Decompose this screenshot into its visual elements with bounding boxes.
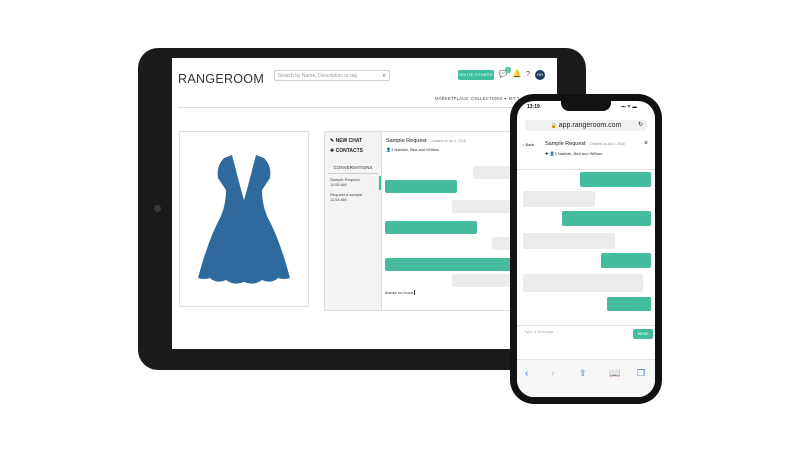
message-bubble — [385, 221, 477, 234]
share-icon[interactable]: ⇪ — [579, 368, 587, 379]
address-bar[interactable]: 🔒 app.rangeroom.com ↻ — [525, 120, 647, 131]
notification-badge: 1 — [505, 67, 511, 73]
back-label: Back — [525, 142, 535, 147]
contacts-label: CONTACTS — [335, 148, 363, 154]
avatar[interactable]: RR — [535, 70, 545, 80]
chat-sidebar: ✎ NEW CHAT ✚ CONTACTS CONVERSATIONS Samp… — [325, 132, 382, 310]
address-text: app.rangeroom.com — [558, 122, 622, 129]
phone-screen: 13:19 ▪▪▪ ᯤ ▬ 🔒 app.rangeroom.com ↻ ‹ Ba… — [517, 101, 655, 397]
new-chat-button[interactable]: ✎ NEW CHAT — [330, 138, 362, 144]
tablet-screen: RANGEROOM Search by Name, Description or… — [172, 58, 557, 349]
book-icon[interactable]: 📖 — [609, 368, 620, 379]
participant-count: 3 — [390, 147, 394, 152]
chat-participants: 👤3 Nabilah, Bea and William — [386, 147, 439, 152]
search-input[interactable]: Search by Name, Description or tag ⌕ — [274, 70, 390, 81]
nav-marketplace[interactable]: MARKETPLACE — [435, 96, 468, 101]
tablet-camera — [154, 205, 161, 212]
chat-date: · Created on Jul 2, 2018 — [428, 139, 466, 143]
message-input-text: thanks so much — [385, 290, 414, 295]
phone-chat-title-text: Sample Request — [545, 141, 586, 147]
sidebar-divider — [328, 173, 378, 174]
participant-names: Nabilah, Bea and William — [394, 147, 440, 152]
search-placeholder: Search by Name, Description or tag — [278, 73, 358, 79]
message-bubble — [607, 297, 651, 311]
header-divider — [178, 107, 557, 108]
conversation-item[interactable]: Sample Request 11:55 AM — [330, 177, 360, 187]
phone-chat-date: · Created on Jul 2, 2018 — [587, 142, 625, 146]
chat-title-text: Sample Request — [386, 138, 427, 144]
browser-toolbar: ‹ › ⇪ 📖 ❐ — [517, 359, 655, 397]
close-icon[interactable]: × — [644, 140, 648, 147]
chat-title: Sample Request · Created on Jul 2, 2018 — [386, 138, 466, 144]
message-bubble — [523, 274, 643, 292]
edit-icon: ✎ — [330, 138, 335, 144]
message-bubble — [601, 253, 651, 268]
phone-message-input[interactable]: Type a Message — [524, 329, 553, 334]
new-chat-label: NEW CHAT — [335, 138, 363, 144]
search-icon[interactable]: ⌕ — [383, 71, 386, 82]
phone-chat-participants: ✚ 👤3 Nabilah, Bea and William — [545, 151, 603, 156]
message-bubble — [562, 211, 651, 226]
nav-collections[interactable]: COLLECTIONS ▾ — [471, 96, 506, 101]
message-bubble — [580, 172, 651, 187]
send-button[interactable]: SEND — [633, 329, 653, 339]
forward-arrow-icon[interactable]: › — [551, 368, 554, 379]
help-icon[interactable]: ? — [523, 70, 533, 80]
rangeroom-logo[interactable]: RANGEROOM — [178, 72, 264, 86]
message-bubble — [523, 233, 615, 249]
participant-names: Nabilah, Bea and William — [557, 151, 603, 156]
back-arrow-icon[interactable]: ‹ — [525, 368, 528, 379]
back-button[interactable]: ‹ Back — [523, 142, 534, 147]
phone-header-divider — [517, 169, 655, 170]
phone-chat-title: Sample Request · Created on Jul 2, 2018 — [545, 141, 625, 147]
lock-icon: 🔒 — [550, 123, 557, 129]
participant-count: 3 — [554, 151, 557, 156]
contacts-button[interactable]: ✚ CONTACTS — [330, 148, 363, 154]
invite-others-button[interactable]: INVITE OTHERS — [458, 70, 494, 80]
phone-notch — [561, 101, 611, 111]
reload-icon[interactable]: ↻ — [638, 120, 643, 131]
plus-icon: ✚ — [330, 148, 335, 154]
conversation-item[interactable]: Request a sample 11:54 AM — [330, 192, 362, 202]
dress-image — [198, 155, 290, 284]
message-bubble — [385, 180, 457, 193]
status-time: 13:19 — [527, 104, 540, 110]
message-bubble — [523, 191, 595, 207]
conversation-time: 11:55 AM — [330, 182, 347, 187]
status-icons: ▪▪▪ ᯤ ▬ — [621, 104, 637, 109]
input-divider — [517, 325, 655, 326]
message-input[interactable]: thanks so much — [385, 290, 416, 295]
conversations-heading: CONVERSATIONS — [333, 165, 373, 170]
plus-icon[interactable]: ✚ — [545, 151, 548, 156]
active-conversation-indicator — [379, 176, 381, 190]
tabs-icon[interactable]: ❐ — [637, 368, 645, 379]
conversation-time: 11:54 AM — [330, 197, 347, 202]
product-image — [179, 131, 309, 307]
bell-icon[interactable]: 🔔 — [512, 70, 522, 80]
